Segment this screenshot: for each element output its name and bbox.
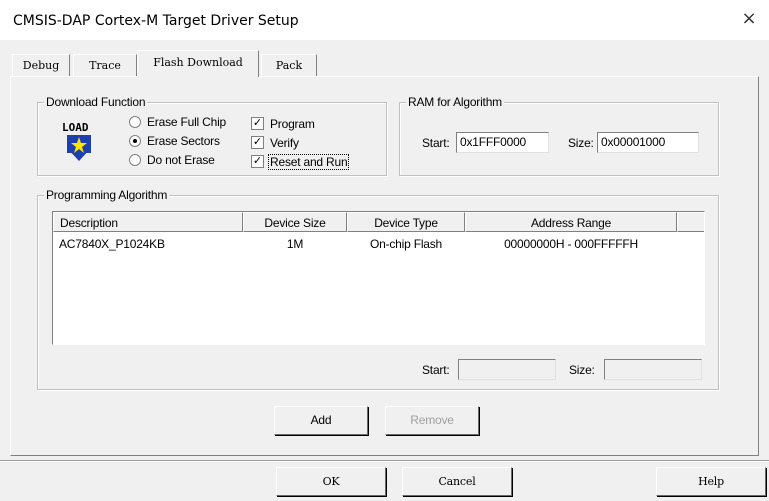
program-checkbox[interactable]: ✓: [251, 117, 264, 130]
erase-sectors-radio[interactable]: [129, 135, 141, 147]
footer-separator: [0, 460, 769, 462]
erase-full-chip-label: Erase Full Chip: [147, 115, 227, 129]
do-not-erase-radio[interactable]: [129, 154, 141, 166]
cell-description: AC7840X_P1024KB: [59, 237, 165, 251]
reset-and-run-checkbox[interactable]: ✓: [251, 155, 264, 168]
add-button[interactable]: Add: [274, 406, 368, 435]
load-icon-text: LOAD: [62, 121, 89, 134]
erase-sectors-label: Erase Sectors: [147, 134, 220, 148]
tab-pack[interactable]: Pack: [261, 54, 317, 76]
column-header-empty: [677, 212, 704, 232]
tab-flash-download[interactable]: Flash Download: [137, 50, 259, 77]
title-bar: CMSIS-DAP Cortex-M Target Driver Setup ×: [0, 0, 769, 40]
ram-for-algorithm-label: RAM for Algorithm: [406, 95, 504, 109]
remove-button[interactable]: Remove: [385, 406, 479, 435]
ram-size-label: Size:: [568, 136, 594, 150]
algo-size-label: Size:: [569, 363, 595, 377]
column-header-device-size[interactable]: Device Size: [243, 212, 347, 232]
program-label: Program: [270, 117, 315, 131]
do-not-erase-label: Do not Erase: [147, 153, 215, 167]
tab-label: Debug: [22, 59, 60, 72]
cell-device-type: On-chip Flash: [369, 237, 443, 251]
verify-label: Verify: [270, 136, 299, 150]
cell-device-size: 1M: [286, 237, 304, 251]
column-header-description[interactable]: Description: [53, 212, 243, 232]
algo-size-input[interactable]: [604, 359, 702, 380]
tab-label: Pack: [275, 59, 303, 72]
algo-start-label: Start:: [422, 363, 450, 377]
algorithm-list[interactable]: Description Device Size Device Type Addr…: [52, 211, 705, 345]
download-function-label: Download Function: [44, 95, 148, 109]
ram-start-input[interactable]: 0x1FFF0000: [456, 132, 549, 153]
column-header-device-type[interactable]: Device Type: [347, 212, 465, 232]
algo-start-input[interactable]: [458, 359, 556, 380]
verify-checkbox[interactable]: ✓: [251, 136, 264, 149]
help-button[interactable]: Help: [656, 467, 766, 496]
tab-label: Trace: [89, 59, 121, 72]
close-icon[interactable]: ×: [739, 9, 759, 29]
tab-trace[interactable]: Trace: [73, 54, 137, 76]
ram-start-label: Start:: [422, 136, 450, 150]
cancel-button[interactable]: Cancel: [402, 467, 512, 496]
ram-size-input[interactable]: 0x00001000: [597, 132, 699, 153]
programming-algorithm-label: Programming Algorithm: [44, 188, 170, 202]
erase-full-chip-radio[interactable]: [129, 116, 141, 128]
window-title: CMSIS-DAP Cortex-M Target Driver Setup: [13, 13, 299, 29]
cell-address-range: 00000000H - 000FFFFFH: [504, 237, 638, 251]
tab-label: Flash Download: [153, 56, 243, 69]
column-header-address-range[interactable]: Address Range: [465, 212, 677, 232]
tab-debug[interactable]: Debug: [12, 54, 70, 76]
ok-button[interactable]: OK: [276, 467, 386, 496]
load-icon: LOAD: [62, 121, 91, 161]
reset-and-run-label: Reset and Run: [268, 154, 350, 170]
